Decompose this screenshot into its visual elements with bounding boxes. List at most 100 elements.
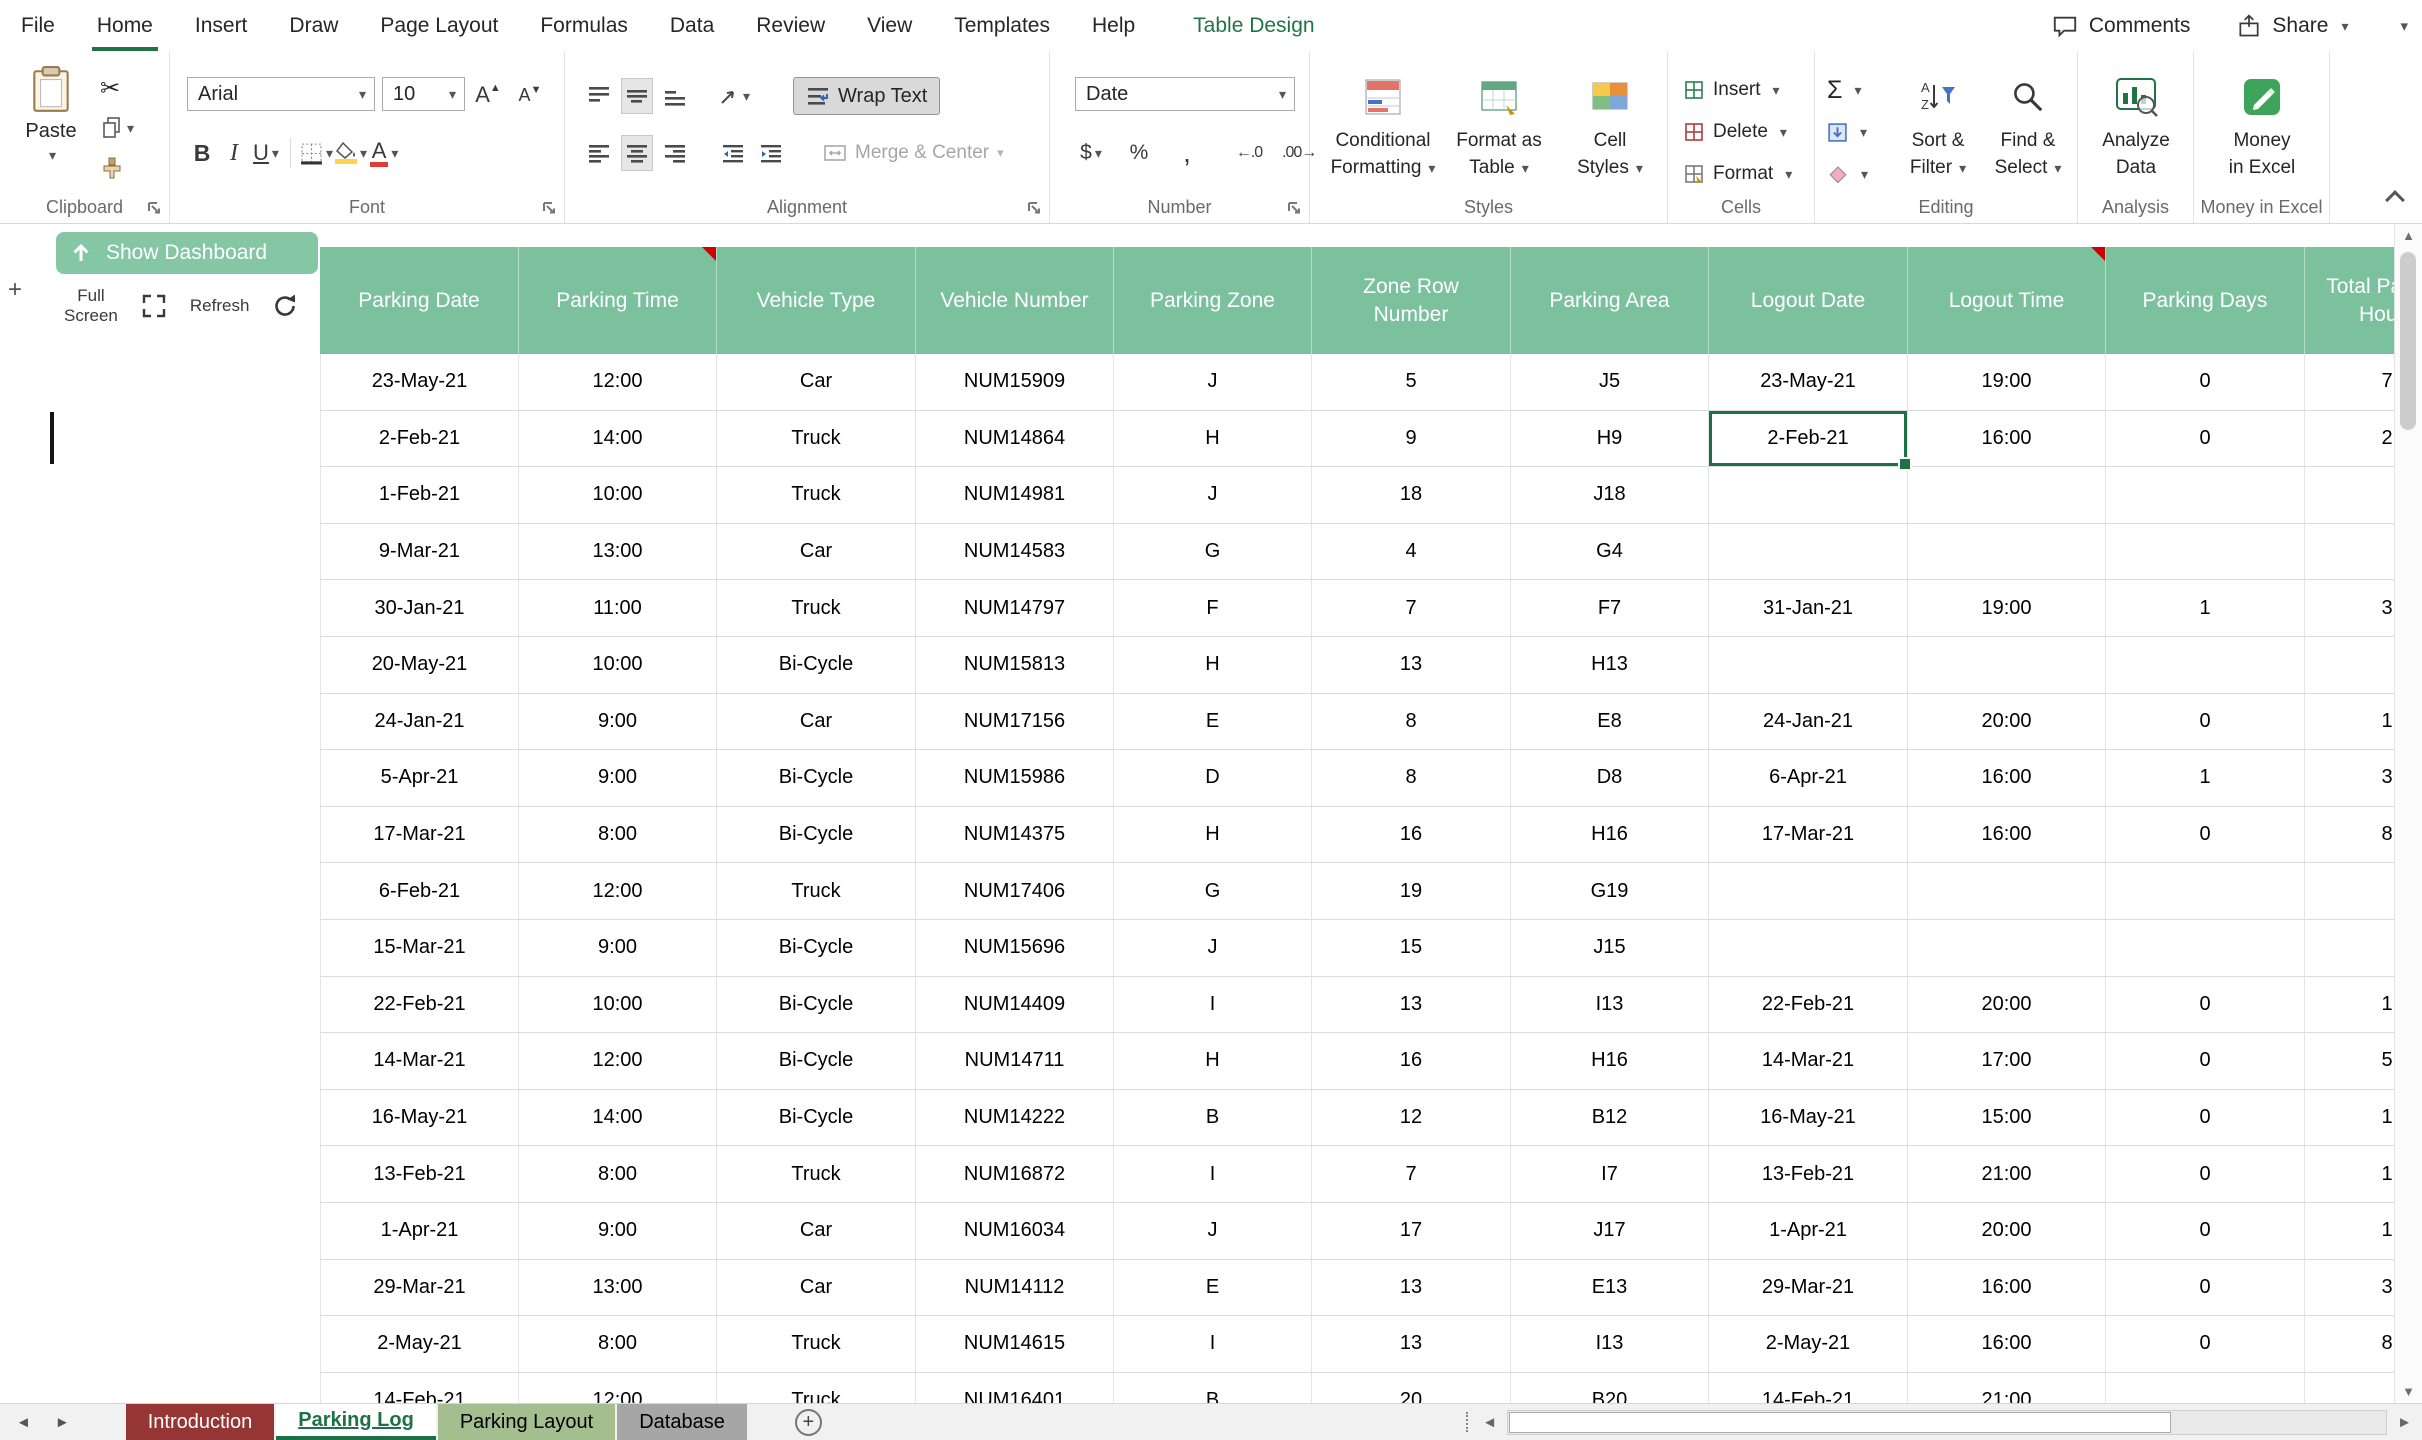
bold-button[interactable]: B [186,135,218,171]
cell[interactable]: H [1114,637,1312,693]
cell[interactable]: D [1114,750,1312,806]
cell[interactable] [1908,637,2106,693]
cell[interactable]: 16 [1312,1033,1511,1089]
cell[interactable]: J [1114,1203,1312,1259]
cell[interactable]: I [1114,1316,1312,1372]
menu-item-view[interactable]: View [846,0,933,51]
cell[interactable]: 14-Feb-21 [320,1373,519,1403]
refresh-button[interactable]: Refresh [190,296,250,316]
cell[interactable]: 12:00 [519,1033,717,1089]
increase-indent-button[interactable] [755,135,787,171]
cell[interactable]: F7 [1511,580,1709,636]
cell[interactable]: 14-Feb-21 [1709,1373,1908,1403]
scroll-right-arrow[interactable]: ► [2397,1414,2412,1431]
autosum-button[interactable]: Σ▾ [1827,73,1862,107]
menu-item-home[interactable]: Home [76,0,174,51]
refresh-icon[interactable] [271,292,299,320]
cell[interactable]: Car [717,354,916,410]
underline-button[interactable]: U▾ [250,135,282,171]
cell[interactable]: J15 [1511,920,1709,976]
cell[interactable]: 0 [2106,977,2305,1033]
align-middle-button[interactable] [621,78,653,114]
column-header[interactable]: Parking Days [2106,247,2305,354]
cell[interactable]: 19:00 [1908,580,2106,636]
cell[interactable]: 5 [2305,1033,2394,1089]
cell[interactable]: 1 [2106,750,2305,806]
clear-button[interactable]: ▾ [1827,157,1868,191]
cell[interactable]: 3 [2305,580,2394,636]
show-dashboard-button[interactable]: Show Dashboard [56,232,318,274]
cell[interactable]: 17 [1312,1203,1511,1259]
cell[interactable]: Bi-Cycle [717,1033,916,1089]
cell[interactable]: 22-Feb-21 [320,977,519,1033]
cell[interactable]: 0 [2106,1090,2305,1146]
cell[interactable]: J [1114,467,1312,523]
scroll-down-arrow[interactable]: ▼ [2395,1384,2422,1399]
cell[interactable]: NUM14981 [916,467,1114,523]
cell[interactable] [1709,920,1908,976]
cell[interactable]: Bi-Cycle [717,750,916,806]
alignment-dialog-launcher-icon[interactable] [1026,200,1042,216]
merge-center-button[interactable]: Merge & Center ▾ [823,135,1004,171]
cell[interactable]: 21:00 [1908,1146,2106,1202]
cell[interactable]: 15-Mar-21 [320,920,519,976]
cell[interactable]: 11:00 [519,580,717,636]
cell[interactable]: 19:00 [1908,354,2106,410]
cell[interactable]: 18 [1312,467,1511,523]
cell[interactable]: 16:00 [1908,750,2106,806]
cell[interactable]: B [1114,1373,1312,1403]
cell[interactable]: I7 [1511,1146,1709,1202]
cell[interactable]: B12 [1511,1090,1709,1146]
menu-item-file[interactable]: File [0,0,76,51]
cell[interactable]: NUM14222 [916,1090,1114,1146]
horizontal-scrollbar-thumb[interactable] [1509,1412,2171,1433]
cell[interactable]: 8:00 [519,807,717,863]
cell[interactable]: 29-Mar-21 [1709,1260,1908,1316]
cell[interactable]: 0 [2106,1146,2305,1202]
sort-filter-button[interactable]: AZ Sort & Filter▾ [1893,67,1983,181]
cell[interactable]: NUM16872 [916,1146,1114,1202]
cell[interactable] [2106,524,2305,580]
align-left-button[interactable] [583,135,615,171]
cell[interactable]: 8:00 [519,1316,717,1372]
accounting-format-button[interactable]: $▾ [1075,135,1107,171]
cell[interactable]: 20 [1312,1373,1511,1403]
cell[interactable]: 13 [1312,637,1511,693]
cell[interactable]: 16:00 [1908,1316,2106,1372]
cell[interactable]: D8 [1511,750,1709,806]
cell[interactable]: Car [717,1260,916,1316]
cell[interactable]: Car [717,1203,916,1259]
cell[interactable]: 13:00 [519,1260,717,1316]
find-select-button[interactable]: Find & Select▾ [1983,67,2073,181]
cell[interactable] [1908,863,2106,919]
cell[interactable] [2305,467,2394,523]
cell[interactable]: Bi-Cycle [717,807,916,863]
cell[interactable]: H [1114,1033,1312,1089]
copy-button[interactable]: ▾ [100,111,134,145]
cell[interactable]: H [1114,807,1312,863]
format-painter-button[interactable] [100,151,124,185]
cell[interactable]: 1 [2106,580,2305,636]
cell[interactable]: 20:00 [1908,1203,2106,1259]
cell[interactable]: Bi-Cycle [717,637,916,693]
align-right-button[interactable] [659,135,691,171]
cell[interactable]: 0 [2106,1203,2305,1259]
cell[interactable]: 16:00 [1908,1260,2106,1316]
cell[interactable]: E8 [1511,694,1709,750]
pane-plus-button[interactable]: + [8,276,22,304]
add-sheet-button[interactable]: + [795,1409,822,1436]
comments-button[interactable]: Comments [2051,13,2191,39]
cell[interactable]: J17 [1511,1203,1709,1259]
column-header[interactable]: Vehicle Type [717,247,916,354]
cell[interactable]: NUM16034 [916,1203,1114,1259]
cell[interactable]: 0 [2106,1316,2305,1372]
cell[interactable]: Truck [717,467,916,523]
fill-color-button[interactable]: ▾ [334,135,368,171]
cell[interactable]: 7 [2305,354,2394,410]
cell[interactable]: H13 [1511,637,1709,693]
cell[interactable]: 1 [2305,694,2394,750]
cell[interactable]: 20:00 [1908,977,2106,1033]
cell[interactable]: 1 [2305,1090,2394,1146]
column-header[interactable]: Zone Row Number [1312,247,1511,354]
font-color-button[interactable]: A▾ [368,135,400,171]
